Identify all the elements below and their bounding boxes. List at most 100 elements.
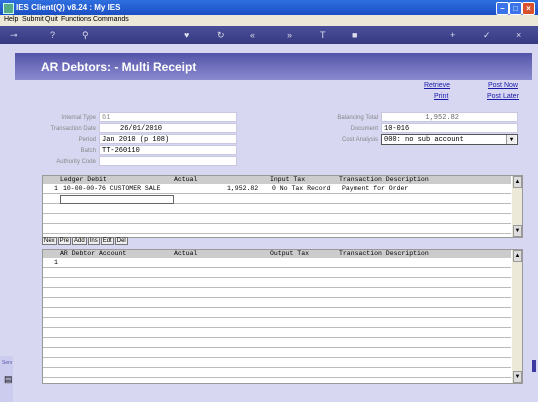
next-button[interactable]: Nex [42,237,57,245]
table-row[interactable]: 1 [43,258,511,268]
table-row[interactable] [43,368,511,378]
check-icon[interactable]: ✓ [483,30,491,40]
cost-analysis-value: 000: no sub account [384,136,464,144]
table-row[interactable] [43,288,511,298]
document-label: Document [350,126,378,132]
menu-quit[interactable]: Quit [45,16,58,23]
side-panel: Serv ▤ [0,356,13,402]
resize-handle[interactable] [532,360,536,372]
table-row[interactable] [43,358,511,368]
post-later-link[interactable]: Post Later [487,93,519,100]
col-ar-debtor-account: AR Debtor Account [60,250,127,257]
rewind-icon[interactable]: « [250,30,255,40]
previous-button[interactable]: Pre [57,237,72,245]
input-tax-cell[interactable]: 0 No Tax Record [272,184,331,193]
close-icon[interactable]: × [516,30,521,40]
balancing-total-label: Balancing Total [337,115,378,121]
table-row[interactable] [43,194,511,204]
side-panel-label[interactable]: Serv [2,360,12,366]
chevron-down-icon[interactable]: ▼ [506,135,516,144]
col-input-tax: Input Tax [270,176,306,183]
table-row[interactable] [43,328,511,338]
table-row[interactable] [43,348,511,358]
stop-icon[interactable]: ■ [352,30,357,40]
col-output-tax: Output Tax [270,250,310,257]
minimize-button[interactable]: – [496,2,509,15]
transaction-date-field[interactable]: 26/01/2010 [99,123,237,133]
cost-analysis-label: Cost Analysis [341,137,378,143]
menu-submit[interactable]: Submit [22,16,44,23]
col-ledger-debit: Ledger Debit [60,176,107,183]
search-icon[interactable]: ⚲ [82,30,89,40]
vertical-scrollbar[interactable]: ▲ ▼ [512,176,522,237]
document-icon[interactable]: ▤ [4,374,13,385]
col-actual: Actual [174,176,198,183]
col-transaction-description: Transaction Description [339,176,429,183]
ledger-debit-grid: Ledger Debit Actual Input Tax Transactio… [42,175,523,238]
table-row[interactable] [43,338,511,348]
refresh-icon[interactable]: ↻ [217,30,225,40]
table-row[interactable] [43,278,511,288]
main-content: AR Debtors: - Multi Receipt Retrieve Pri… [0,44,538,402]
scroll-up-icon[interactable]: ▲ [513,176,522,188]
add-button[interactable]: Add [72,237,87,245]
grid-header: Ledger Debit Actual Input Tax Transactio… [43,176,511,184]
grid-button-row: Nex Pre Add Ins Edt Del [42,237,129,245]
period-label: Period [78,137,96,143]
print-link[interactable]: Print [434,93,448,100]
description-cell[interactable]: Payment for Order [342,184,408,193]
table-row[interactable] [43,298,511,308]
delete-button[interactable]: Del [114,237,128,245]
app-icon [3,3,14,14]
table-row[interactable]: 1 10-00-00-76 CUSTOMER SALE 1,952.82 0 N… [43,184,511,194]
table-row[interactable] [43,268,511,278]
insert-button[interactable]: Ins [87,237,100,245]
key-icon[interactable]: ⊸ [10,30,18,40]
table-row[interactable] [43,318,511,328]
table-row[interactable] [43,204,511,214]
col-transaction-description: Transaction Description [339,250,429,257]
grid-header: AR Debtor Account Actual Output Tax Tran… [43,250,511,258]
authority-code-field[interactable] [99,156,237,166]
scroll-down-icon[interactable]: ▼ [513,225,522,237]
transaction-date-label: Transaction Date [50,126,96,132]
page-banner: AR Debtors: - Multi Receipt [15,53,532,80]
close-window-button[interactable]: × [522,2,535,15]
table-row[interactable] [43,308,511,318]
scroll-up-icon[interactable]: ▲ [513,250,522,262]
ledger-cell[interactable]: 10-00-00-76 CUSTOMER SALE [63,184,161,193]
vertical-scrollbar[interactable]: ▲ ▼ [512,250,522,383]
table-row[interactable] [43,224,511,234]
row-number: 1 [54,185,58,192]
table-row[interactable] [43,214,511,224]
cost-analysis-select[interactable]: 000: no sub account ▼ [381,134,518,145]
help-icon[interactable]: ? [50,30,55,40]
toolbar: ⊸ ? ⚲ ♥ ↻ « » T ■ + ✓ × [0,26,538,44]
menu-help[interactable]: Help [4,16,18,23]
actual-cell[interactable]: 1,952.82 [227,184,258,193]
menu-commands[interactable]: Commands [93,16,129,23]
heart-icon[interactable]: ♥ [184,30,189,40]
document-field[interactable]: 10-016 [381,123,518,133]
window-title: IES Client(Q) v8.24 : My IES [16,3,121,12]
period-field[interactable]: Jan 2010 (p 108) [99,134,237,144]
add-icon[interactable]: + [450,30,455,40]
menu-bar: Help Submit Quit Functions Commands [0,15,538,26]
menu-functions[interactable]: Functions [61,16,91,23]
scroll-down-icon[interactable]: ▼ [513,371,522,383]
row-number: 1 [54,259,58,266]
authority-code-label: Authority Code [56,159,96,165]
batch-field[interactable]: TT-260110 [99,145,237,155]
post-now-link[interactable]: Post Now [488,82,518,89]
ar-debtor-grid: AR Debtor Account Actual Output Tax Tran… [42,249,523,384]
internal-type-field[interactable]: 61 [99,112,237,122]
retrieve-link[interactable]: Retrieve [424,82,450,89]
edit-button[interactable]: Edt [100,237,114,245]
page-title: AR Debtors: - Multi Receipt [41,60,197,74]
text-icon[interactable]: T [320,30,326,40]
maximize-button[interactable]: □ [509,2,522,15]
batch-label: Batch [80,148,96,154]
forward-icon[interactable]: » [287,30,292,40]
title-bar: IES Client(Q) v8.24 : My IES – □ × [0,0,538,15]
active-cell-editor[interactable] [60,195,174,204]
